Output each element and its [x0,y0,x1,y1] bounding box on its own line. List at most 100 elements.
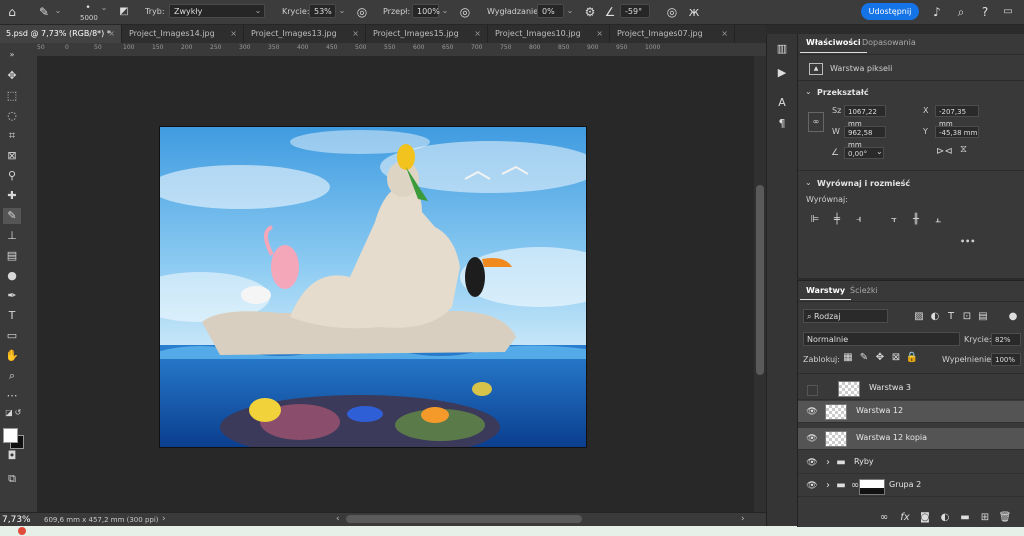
scroll-right-icon[interactable]: › [741,514,745,524]
paragraph-icon[interactable]: ¶ [775,117,789,131]
close-icon[interactable]: × [721,25,728,43]
layer-fill-field[interactable]: 100% [991,353,1021,366]
toolbar-collapse-icon[interactable]: » [3,47,21,63]
tab-project-images07[interactable]: Project_Images07.jpg × [611,25,735,43]
play-actions-icon[interactable]: ▶ [775,66,789,80]
tab-document[interactable]: 5.psd @ 7,73% (RGB/8*) * × [0,25,122,43]
lock-position-icon[interactable]: ✥ [873,351,887,365]
hand-tool-icon[interactable]: ✋ [3,348,21,364]
visibility-toggle[interactable] [807,385,818,396]
tab-paths[interactable]: Ścieżki [844,283,884,299]
tab-project-images15[interactable]: Project_Images15.jpg × [367,25,488,43]
link-icon[interactable]: ∞ [808,112,824,132]
character-icon[interactable]: A [775,96,789,110]
layer-row[interactable]: 👁 Warstwa 12 [798,401,1024,423]
chevron-down-icon[interactable]: ⌄ [52,4,64,18]
blend-mode-select[interactable]: Zwykły [169,4,265,18]
adjustment-layer-icon[interactable]: ◐ [938,511,952,525]
eye-icon[interactable]: 👁 [806,433,818,445]
transform-section-title[interactable]: Przekształć [817,88,869,97]
layer-group-row[interactable]: 👁 › ▬ Ryby [798,452,1024,474]
chevron-right-icon[interactable]: › [162,514,166,524]
filter-toggle-icon[interactable]: ● [1006,310,1020,324]
frame-tool-icon[interactable]: ⊠ [3,148,21,164]
layer-name[interactable]: Warstwa 12 [856,406,903,415]
brush-tool-icon[interactable]: ✎ [3,208,21,224]
align-top-icon[interactable]: ⫟ [888,214,900,226]
align-left-icon[interactable]: ⊫ [809,214,821,226]
x-position-field[interactable]: -207,35 mm [935,105,979,128]
pressure-opacity-icon[interactable]: ◎ [354,4,370,20]
align-right-icon[interactable]: ⫣ [853,214,865,226]
align-middle-vertical-icon[interactable]: ╫ [910,214,922,226]
align-center-horizontal-icon[interactable]: ╪ [831,214,843,226]
gear-icon[interactable]: ⚙ [582,4,598,20]
screen-mode-icon[interactable]: ⧉ [3,471,21,487]
shape-tool-icon[interactable]: ▭ [3,328,21,344]
flip-horizontal-icon[interactable]: ⊳⊲ [936,146,953,157]
tab-project-images14[interactable]: Project_Images14.jpg × [123,25,244,43]
lock-transparent-pixels-icon[interactable]: ▦ [841,351,855,365]
layer-name[interactable]: Ryby [854,457,874,466]
more-options-icon[interactable]: ••• [960,237,975,246]
tab-adjustments[interactable]: Dopasowania [856,34,922,52]
share-button[interactable]: Udostępnij [861,3,919,20]
tab-project-images13[interactable]: Project_Images13.jpg × [245,25,366,43]
zoom-tool-icon[interactable]: ⌕ [3,368,21,384]
layer-name[interactable]: Warstwa 3 [869,383,911,392]
chevron-right-icon[interactable]: › [821,479,835,493]
close-icon[interactable]: × [108,25,115,43]
flow-chevron-icon[interactable]: ⌄ [439,4,451,18]
layer-row[interactable]: Warstwa 3 [798,378,1024,400]
foreground-color-swatch[interactable] [3,428,18,443]
lock-all-icon[interactable]: 🔒 [905,351,919,365]
filter-pixel-icon[interactable]: ▨ [912,310,926,324]
layer-name[interactable]: Warstwa 12 kopia [856,433,927,442]
airbrush-icon[interactable]: ◎ [457,4,473,20]
eyedropper-tool-icon[interactable]: ⚲ [3,168,21,184]
flip-vertical-icon[interactable]: ⧖ [960,144,967,155]
layer-name[interactable]: Grupa 2 [889,480,921,489]
dodge-tool-icon[interactable]: ● [3,268,21,284]
chevron-right-icon[interactable]: › [821,456,835,470]
chevron-down-icon[interactable]: ⌄ [805,87,812,96]
document-canvas-image[interactable] [160,127,586,447]
blend-mode-select[interactable]: Normalnie [803,332,960,346]
zoom-level[interactable]: 7,73% [2,515,31,525]
close-icon[interactable]: × [352,25,359,43]
chevron-down-icon[interactable]: ⌄ [805,178,812,187]
gradient-tool-icon[interactable]: ▤ [3,248,21,264]
search-icon[interactable]: ⌕ [953,4,969,20]
more-tools-icon[interactable]: ⋯ [3,388,21,404]
vertical-scrollbar-thumb[interactable] [756,185,764,375]
document-info[interactable]: 609,6 mm x 457,2 mm (300 ppi) [44,516,159,524]
brush-settings-icon[interactable]: ◩ [116,4,132,20]
lock-artboard-icon[interactable]: ⊠ [889,351,903,365]
brush-preset-chevron-icon[interactable]: ⌄ [98,1,110,15]
clone-stamp-icon[interactable]: ⊥ [3,228,21,244]
layer-group-row[interactable]: 👁 › ▬ ∞ Grupa 2 [798,475,1024,497]
scroll-left-icon[interactable]: ‹ [336,514,340,524]
chevron-down-icon[interactable]: ⌄ [876,147,883,156]
trash-icon[interactable]: 🗑 [998,511,1012,525]
align-bottom-icon[interactable]: ⫠ [932,214,944,226]
filter-smart-object-icon[interactable]: ▤ [976,310,990,324]
pressure-size-icon[interactable]: ◎ [664,4,680,20]
close-icon[interactable]: × [230,25,237,43]
close-icon[interactable]: × [474,25,481,43]
flow-field[interactable]: 100% [412,4,440,18]
move-tool-icon[interactable]: ✥ [3,68,21,84]
crop-tool-icon[interactable]: ⌗ [3,128,21,144]
smoothing-chevron-icon[interactable]: ⌄ [564,4,576,18]
filter-adjustment-icon[interactable]: ◐ [928,310,942,324]
tab-project-images10[interactable]: Project_Images10.jpg × [489,25,610,43]
history-icon[interactable]: ▥ [775,42,789,56]
quick-mask-icon[interactable]: ◘ [3,448,21,464]
lasso-tool-icon[interactable]: ◌ [3,108,21,124]
home-icon[interactable]: ⌂ [4,4,20,20]
help-icon[interactable]: ? [977,4,993,20]
new-layer-icon[interactable]: ⊞ [978,511,992,525]
filter-type-icon[interactable]: T [944,310,958,324]
type-tool-icon[interactable]: T [3,308,21,324]
eye-icon[interactable]: 👁 [806,406,818,418]
